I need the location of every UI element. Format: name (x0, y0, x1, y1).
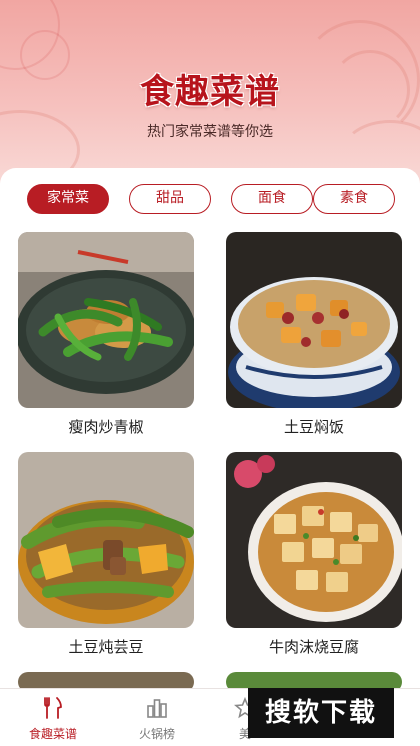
category-tabs: 家常菜 甜品 面食 素食 (0, 184, 420, 214)
app-subtitle: 热门家常菜谱等你选 (147, 124, 273, 140)
tabbar-item-hotpot[interactable]: 火锅榜 (112, 689, 202, 746)
tabbar-item-recipes[interactable]: 食趣菜谱 (8, 689, 98, 746)
content-panel: 家常菜 甜品 面食 素食 瘦肉炒青椒 土豆焖饭 土豆炖芸豆 牛肉沫烧豆腐 (0, 168, 420, 688)
recipe-photo (18, 452, 194, 628)
tabbar-label: 火锅榜 (138, 727, 175, 741)
recipe-card[interactable] (226, 672, 402, 688)
recipe-name: 牛肉沫烧豆腐 (268, 638, 359, 656)
recipe-photo (226, 232, 402, 408)
recipe-card[interactable]: 牛肉沫烧豆腐 (226, 452, 402, 668)
recipe-name: 瘦肉炒青椒 (68, 418, 144, 436)
app-title: 食趣菜谱 (140, 72, 280, 112)
recipe-card[interactable]: 土豆焖饭 (226, 232, 402, 448)
recipe-name: 土豆焖饭 (283, 418, 344, 436)
tab-vegetarian[interactable]: 素食 (313, 184, 395, 214)
tab-noodles[interactable]: 面食 (231, 184, 313, 214)
tab-desserts[interactable]: 甜品 (129, 184, 211, 214)
recipe-card[interactable]: 土豆炖芸豆 (18, 452, 194, 668)
recipe-photo (226, 452, 402, 628)
recipe-name: 土豆炖芸豆 (68, 638, 144, 656)
watermark-logo: 搜软下载 (248, 688, 394, 738)
recipe-card[interactable]: 瘦肉炒青椒 (18, 232, 194, 448)
recipe-card[interactable] (18, 672, 194, 688)
cutlery-icon (44, 697, 62, 719)
tab-home-cooking[interactable]: 家常菜 (27, 184, 109, 214)
recipe-photo (226, 672, 402, 688)
tabbar-label: 食趣菜谱 (28, 727, 77, 741)
bar-chart-icon (147, 699, 167, 718)
recipe-photo (18, 232, 194, 408)
recipe-photo (18, 672, 194, 688)
